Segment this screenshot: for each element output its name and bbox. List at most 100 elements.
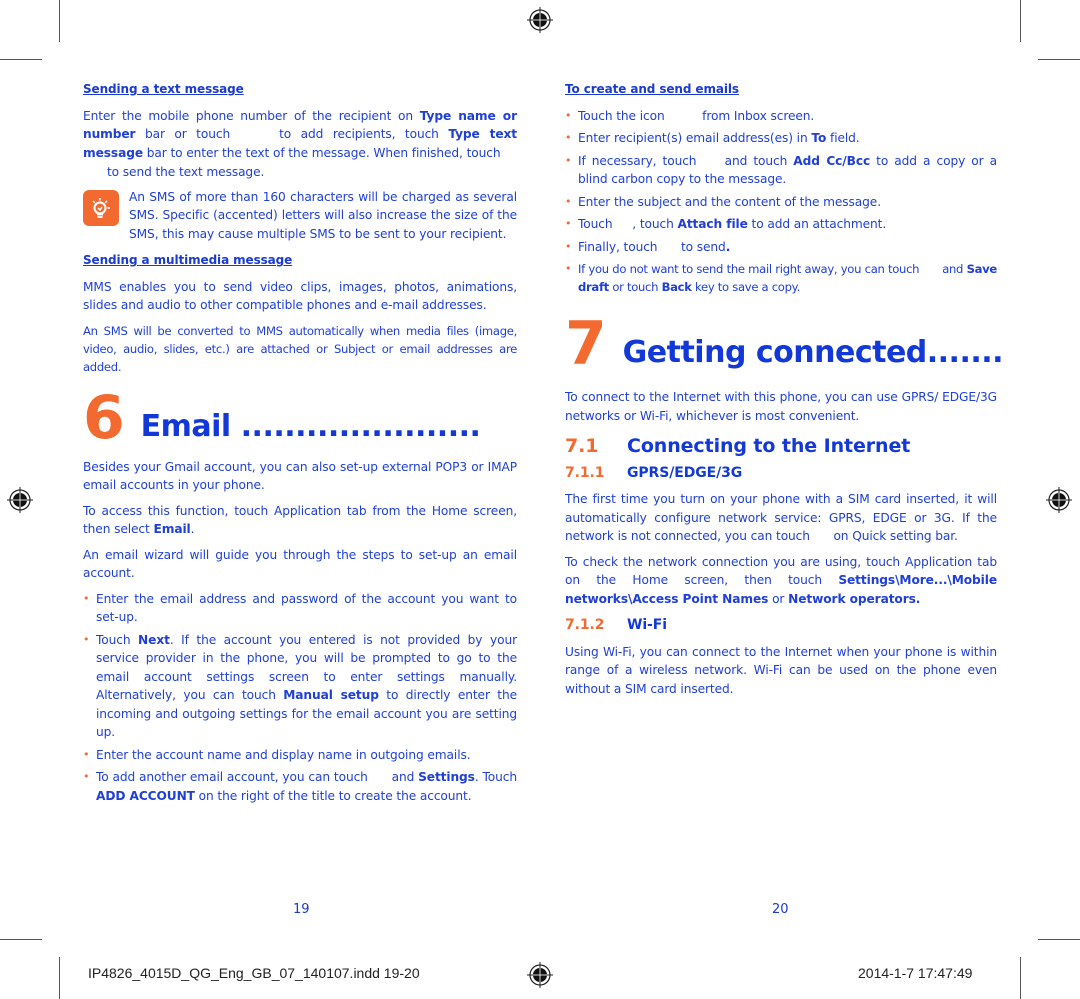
crop-mark [1020, 0, 1021, 42]
text: and touch [718, 153, 794, 168]
wifi-paragraph: Using Wi-Fi, you can connect to the Inte… [565, 644, 997, 696]
section-heading-7-1: 7.1 Connecting to the Internet [565, 437, 997, 456]
slug-timestamp: 2014-1-7 17:47:49 [858, 965, 973, 981]
left-page-column: Sending a text message Enter the mobile … [83, 80, 517, 809]
section-number: 7.1.1 [565, 464, 605, 481]
sending-text-paragraph: Enter the mobile phone number of the rec… [83, 107, 517, 163]
crop-mark [0, 59, 42, 60]
list-item: Touch Next. If the account you entered i… [83, 631, 517, 742]
bold-text: Network operators. [788, 591, 921, 606]
text: Enter recipient(s) email address(es) in [578, 131, 812, 145]
bold-text: Back [661, 280, 692, 294]
text: Touch [578, 217, 617, 231]
gprs-paragraph-2: To check the network connection you are … [565, 553, 997, 609]
section-heading-sending-mms: Sending a multimedia message [83, 253, 293, 267]
chapter-title: Email ...................... [140, 408, 481, 444]
bold-text: To [811, 131, 827, 145]
crop-mark [1038, 939, 1080, 940]
bold-text: ADD ACCOUNT [96, 788, 195, 803]
section-heading-7-1-2: 7.1.2 Wi-Fi [565, 616, 997, 635]
registration-mark-icon [527, 7, 553, 33]
chapter-number: 6 [83, 382, 125, 453]
chapter-heading-7: 7 Getting connected....... [565, 309, 1004, 379]
lightbulb-tip-icon [83, 189, 119, 226]
section-title: Wi-Fi [627, 617, 667, 633]
bold-text: . [725, 239, 731, 254]
text: . Touch [474, 770, 517, 784]
text: to add an attachment. [747, 217, 887, 231]
bold-text: Manual setup [283, 688, 379, 702]
mms-paragraph-1: MMS enables you to send video clips, ima… [83, 279, 517, 313]
page-number-left: 19 [293, 902, 310, 917]
bold-text: Add Cc/Bcc [793, 153, 871, 168]
tip-text: An SMS of more than 160 characters will … [129, 189, 517, 241]
slug-filename: IP4826_4015D_QG_Eng_GB_07_140107.indd 19… [88, 965, 420, 981]
registration-mark-icon [1046, 487, 1072, 513]
crop-mark [1038, 59, 1080, 60]
chapter-number: 7 [565, 309, 607, 379]
text: field. [826, 131, 860, 145]
text: bar or touch [135, 127, 240, 141]
text: to add recipients, touch [269, 127, 449, 141]
text: and [387, 770, 419, 784]
text: . [190, 522, 195, 536]
text: Touch [96, 632, 139, 647]
text: or touch [608, 280, 662, 294]
text: Touch the icon [578, 108, 669, 123]
mms-paragraph-2: An SMS will be converted to MMS automati… [83, 323, 517, 374]
text: To access this function, touch Applicati… [83, 503, 517, 537]
section-heading-sending-text: Sending a text message [83, 82, 244, 96]
section-number: 7.1.2 [565, 617, 605, 633]
text: To add another email account, you can to… [96, 770, 372, 784]
list-item: Touch the icon from Inbox screen. [565, 107, 997, 126]
create-send-steps: Touch the icon from Inbox screen. Enter … [565, 107, 997, 297]
section-title: Connecting to the Internet [627, 435, 911, 457]
list-item: Enter the email address and password of … [83, 590, 517, 627]
text: key to save a copy. [691, 280, 800, 294]
text: on the right of the title to create the … [194, 788, 472, 803]
sending-text-continuation: to send the text message. [107, 165, 265, 179]
email-paragraph-2: To access this function, touch Applicati… [83, 502, 517, 539]
gprs-paragraph-1: The first time you turn on your phone wi… [565, 490, 997, 546]
text: or [768, 591, 789, 606]
text: from Inbox screen. [698, 108, 815, 123]
section-heading-7-1-1: 7.1.1 GPRS/EDGE/3G [565, 464, 997, 483]
crop-mark [1020, 957, 1021, 999]
crop-mark [0, 939, 42, 940]
tip-box: An SMS of more than 160 characters will … [83, 188, 517, 244]
email-paragraph-1: Besides your Gmail account, you can also… [83, 459, 517, 493]
email-paragraph-3: An email wizard will guide you through t… [83, 547, 517, 581]
text: If necessary, touch [578, 153, 703, 168]
text: and [938, 262, 967, 276]
list-item: Touch , touch Attach file to add an atta… [565, 215, 997, 234]
list-item: If necessary, touch and touch Add Cc/Bcc… [565, 152, 997, 189]
bold-text: Email [153, 522, 191, 536]
page-number-right: 20 [772, 902, 789, 917]
crop-mark [59, 0, 60, 42]
text: bar to enter the text of the message. Wh… [143, 145, 501, 160]
list-item: Enter the subject and the content of the… [565, 193, 997, 212]
bold-text: Next [138, 632, 170, 647]
registration-mark-icon [527, 962, 553, 988]
section-heading-create-send: To create and send emails [565, 82, 739, 96]
right-page-column: To create and send emails Touch the icon… [565, 80, 1004, 705]
chapter-title: Getting connected....... [622, 335, 1004, 370]
text: , touch [632, 217, 678, 231]
section-title: GPRS/EDGE/3G [627, 464, 743, 481]
list-item: Finally, touch to send. [565, 238, 997, 257]
text: to send [677, 239, 726, 254]
connect-intro-paragraph: To connect to the Internet with this pho… [565, 390, 997, 423]
list-item: Enter recipient(s) email address(es) in … [565, 129, 997, 148]
bold-text: Settings [418, 770, 475, 784]
text: Enter the mobile phone number of the rec… [83, 108, 420, 123]
list-item: To add another email account, you can to… [83, 768, 517, 805]
text: If you do not want to send the mail righ… [578, 262, 923, 276]
email-setup-steps: Enter the email address and password of … [83, 590, 517, 806]
chapter-heading-6: 6 Email ...................... [83, 382, 517, 453]
list-item: Enter the account name and display name … [83, 746, 517, 765]
section-number: 7.1 [565, 435, 599, 457]
registration-mark-icon [7, 487, 33, 513]
bold-text: Attach file [677, 217, 748, 231]
list-item: If you do not want to send the mail righ… [565, 260, 997, 296]
crop-mark [59, 957, 60, 999]
